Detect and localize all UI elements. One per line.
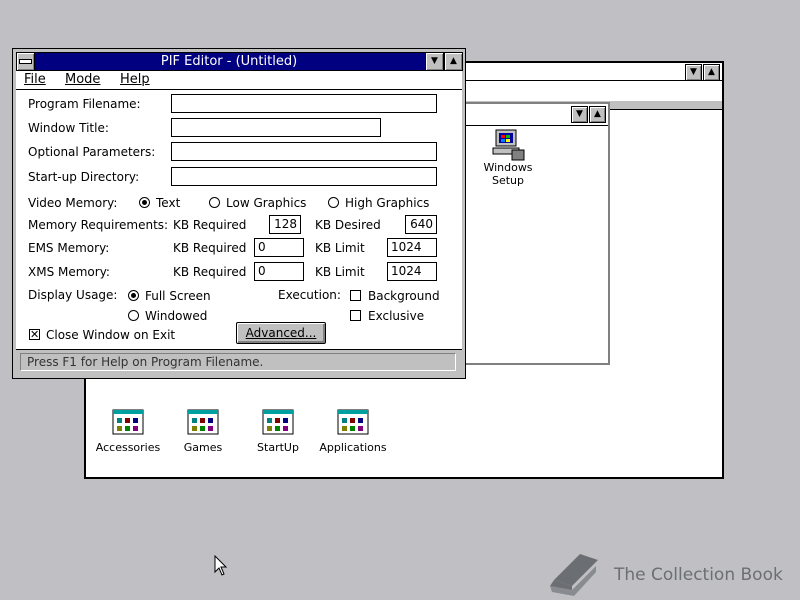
exclusive-checkbox[interactable] — [350, 310, 361, 321]
video-text-label[interactable]: Text — [156, 196, 180, 210]
background-label[interactable]: Background — [368, 289, 440, 303]
pif-editor-title: PIF Editor - (Untitled) — [160, 54, 298, 69]
menu-mode[interactable]: Mode — [65, 72, 100, 87]
ems-memory-label: EMS Memory: — [28, 241, 110, 255]
display-usage-label: Display Usage: — [28, 288, 118, 302]
mem-kb-required-input[interactable]: 128 — [269, 215, 301, 234]
video-low-graphics-label[interactable]: Low Graphics — [226, 196, 306, 210]
windows-setup-icon[interactable] — [490, 128, 526, 162]
video-low-graphics-radio[interactable] — [209, 197, 220, 208]
close-window-on-exit-checkbox[interactable]: ✕ — [29, 329, 40, 340]
mem-kb-desired-input[interactable]: 640 — [405, 215, 437, 234]
display-full-screen-radio[interactable] — [128, 290, 139, 301]
program-manager-maximize-button[interactable]: ▲ — [703, 64, 720, 81]
xms-kb-limit-label: KB Limit — [315, 265, 365, 279]
window-title-label: Window Title: — [28, 121, 109, 135]
video-text-radio[interactable] — [139, 197, 150, 208]
xms-kb-required-input[interactable]: 0 — [254, 262, 304, 281]
window-title-input[interactable] — [171, 118, 381, 137]
advanced-button[interactable]: Advanced... — [236, 322, 326, 344]
close-window-on-exit-label[interactable]: Close Window on Exit — [46, 328, 175, 342]
xms-memory-label: XMS Memory: — [28, 265, 110, 279]
xms-kb-limit-input[interactable]: 1024 — [387, 262, 437, 281]
pif-editor-window: PIF Editor - (Untitled) ▼ ▲ File Mode He… — [12, 48, 466, 379]
menu-bar: File Mode Help — [16, 71, 462, 90]
optional-parameters-label: Optional Parameters: — [28, 145, 156, 159]
pif-editor-client: Program Filename: Window Title: Optional… — [16, 90, 462, 374]
execution-label: Execution: — [278, 288, 341, 302]
status-bar: Press F1 for Help on Program Filename. — [16, 349, 462, 374]
optional-parameters-input[interactable] — [171, 142, 437, 161]
startup-icon[interactable] — [262, 409, 294, 435]
xms-kb-required-label: KB Required — [173, 265, 247, 279]
mem-kb-desired-label: KB Desired — [315, 218, 381, 232]
display-windowed-radio[interactable] — [128, 310, 139, 321]
main-group-maximize-button[interactable]: ▲ — [589, 106, 606, 123]
exclusive-label[interactable]: Exclusive — [368, 309, 424, 323]
windows-setup-label-line2: Setup — [491, 174, 525, 187]
ems-kb-required-input[interactable]: 0 — [254, 238, 304, 257]
applications-icon[interactable] — [337, 409, 369, 435]
ems-kb-limit-label: KB Limit — [315, 241, 365, 255]
windows-setup-label-line1: Windows — [483, 161, 533, 174]
program-manager-minimize-button[interactable]: ▼ — [685, 64, 702, 81]
mem-kb-required-label: KB Required — [173, 218, 247, 232]
display-full-screen-label[interactable]: Full Screen — [145, 289, 211, 303]
display-windowed-label[interactable]: Windowed — [145, 309, 207, 323]
startup-directory-input[interactable] — [171, 167, 437, 186]
background-checkbox[interactable] — [350, 290, 361, 301]
minimize-button[interactable]: ▼ — [425, 52, 444, 71]
startup-directory-label: Start-up Directory: — [28, 170, 140, 184]
book-logo-icon — [550, 554, 598, 596]
status-text-panel: Press F1 for Help on Program Filename. — [20, 353, 456, 371]
system-menu-button[interactable] — [16, 52, 35, 71]
video-high-graphics-label[interactable]: High Graphics — [345, 196, 429, 210]
advanced-button-label: Advanced... — [245, 326, 317, 340]
status-text: Press F1 for Help on Program Filename. — [27, 355, 264, 369]
video-memory-label: Video Memory: — [28, 196, 118, 210]
menu-file[interactable]: File — [24, 72, 46, 87]
pif-editor-titlebar[interactable]: PIF Editor - (Untitled) — [16, 52, 462, 71]
video-high-graphics-radio[interactable] — [328, 197, 339, 208]
watermark-text: The Collection Book — [614, 565, 783, 585]
mouse-cursor-icon — [214, 555, 228, 576]
memory-requirements-label: Memory Requirements: — [28, 218, 169, 232]
applications-label: Applications — [319, 441, 387, 454]
maximize-button[interactable]: ▲ — [444, 52, 463, 71]
program-filename-input[interactable] — [171, 94, 437, 113]
ems-kb-required-label: KB Required — [173, 241, 247, 255]
games-icon[interactable] — [187, 409, 219, 435]
program-filename-label: Program Filename: — [28, 97, 141, 111]
ems-kb-limit-input[interactable]: 1024 — [387, 238, 437, 257]
main-group-minimize-button[interactable]: ▼ — [571, 106, 588, 123]
menu-help[interactable]: Help — [120, 72, 150, 87]
accessories-icon[interactable] — [112, 409, 144, 435]
